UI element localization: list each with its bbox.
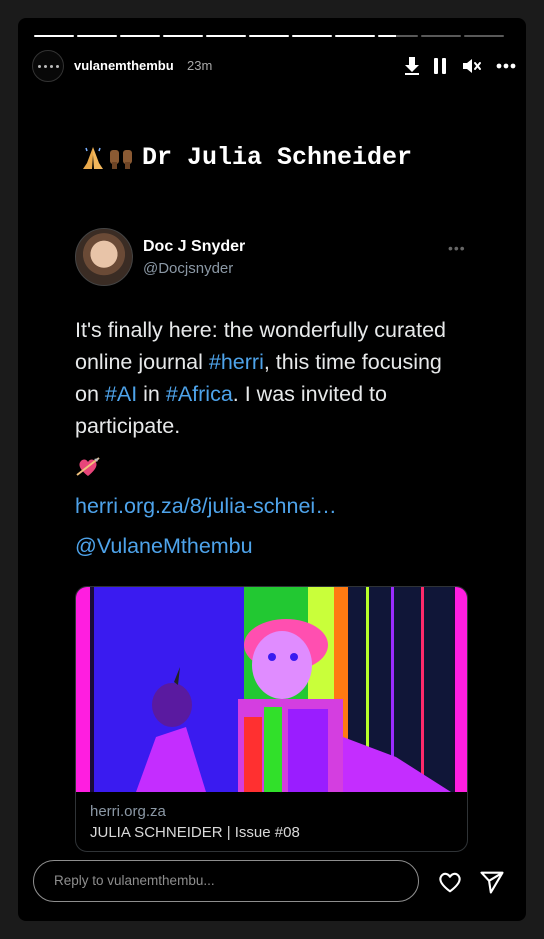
tweet-text-part: in — [137, 382, 166, 406]
progress-segment — [249, 35, 289, 37]
link-preview-card[interactable]: herri.org.za JULIA SCHNEIDER | Issue #08 — [75, 586, 468, 852]
heart-icon[interactable] — [436, 868, 464, 896]
tweet-author-name[interactable]: Doc J Snyder — [143, 238, 245, 256]
story-header: vulanemthembu 23m — [32, 50, 516, 82]
progress-segment — [464, 35, 504, 37]
tweet-link[interactable]: herri.org.za/8/julia-schnei… — [75, 494, 337, 519]
story-progress-bar — [34, 35, 504, 37]
story-title: Dr Julia Schneider — [80, 143, 412, 172]
progress-segment — [163, 35, 203, 37]
story-username[interactable]: vulanemthembu — [74, 58, 174, 73]
heart-with-arrow-icon — [76, 457, 100, 476]
avatar[interactable] — [32, 50, 64, 82]
raised-hands-icon — [110, 149, 132, 169]
pause-icon[interactable] — [428, 54, 452, 78]
send-icon[interactable] — [478, 868, 506, 896]
story-viewer[interactable]: vulanemthembu 23m Dr Julia Schneider Doc… — [18, 18, 526, 921]
more-icon[interactable] — [494, 54, 518, 78]
hashtag-ai[interactable]: #AI — [105, 382, 137, 406]
progress-segment — [292, 35, 332, 37]
progress-segment — [77, 35, 117, 37]
progress-segment — [206, 35, 246, 37]
link-preview-image — [76, 587, 467, 792]
link-preview-title: JULIA SCHNEIDER | Issue #08 — [90, 824, 300, 841]
tweet-author-handle[interactable]: @Docjsnyder — [143, 260, 233, 277]
tweet-text: It's finally here: the wonderfully curat… — [75, 314, 455, 442]
tweet-mention[interactable]: @VulaneMthembu — [75, 534, 253, 559]
story-title-text: Dr Julia Schneider — [142, 143, 413, 172]
progress-segment-current — [378, 35, 418, 37]
progress-segment — [120, 35, 160, 37]
reply-input[interactable]: Reply to vulanemthembu... — [33, 860, 419, 902]
progress-segment — [335, 35, 375, 37]
story-time: 23m — [187, 58, 213, 73]
folded-hands-icon — [83, 146, 103, 169]
mute-icon[interactable] — [459, 54, 483, 78]
progress-segment — [421, 35, 461, 37]
progress-segment — [34, 35, 74, 37]
link-preview-domain: herri.org.za — [90, 803, 166, 820]
hashtag-herri[interactable]: #herri — [209, 350, 264, 374]
hashtag-africa[interactable]: #Africa — [166, 382, 233, 406]
tweet-author-avatar[interactable] — [75, 228, 133, 286]
tweet-more-icon[interactable]: ••• — [448, 240, 466, 256]
download-icon[interactable] — [400, 54, 424, 78]
